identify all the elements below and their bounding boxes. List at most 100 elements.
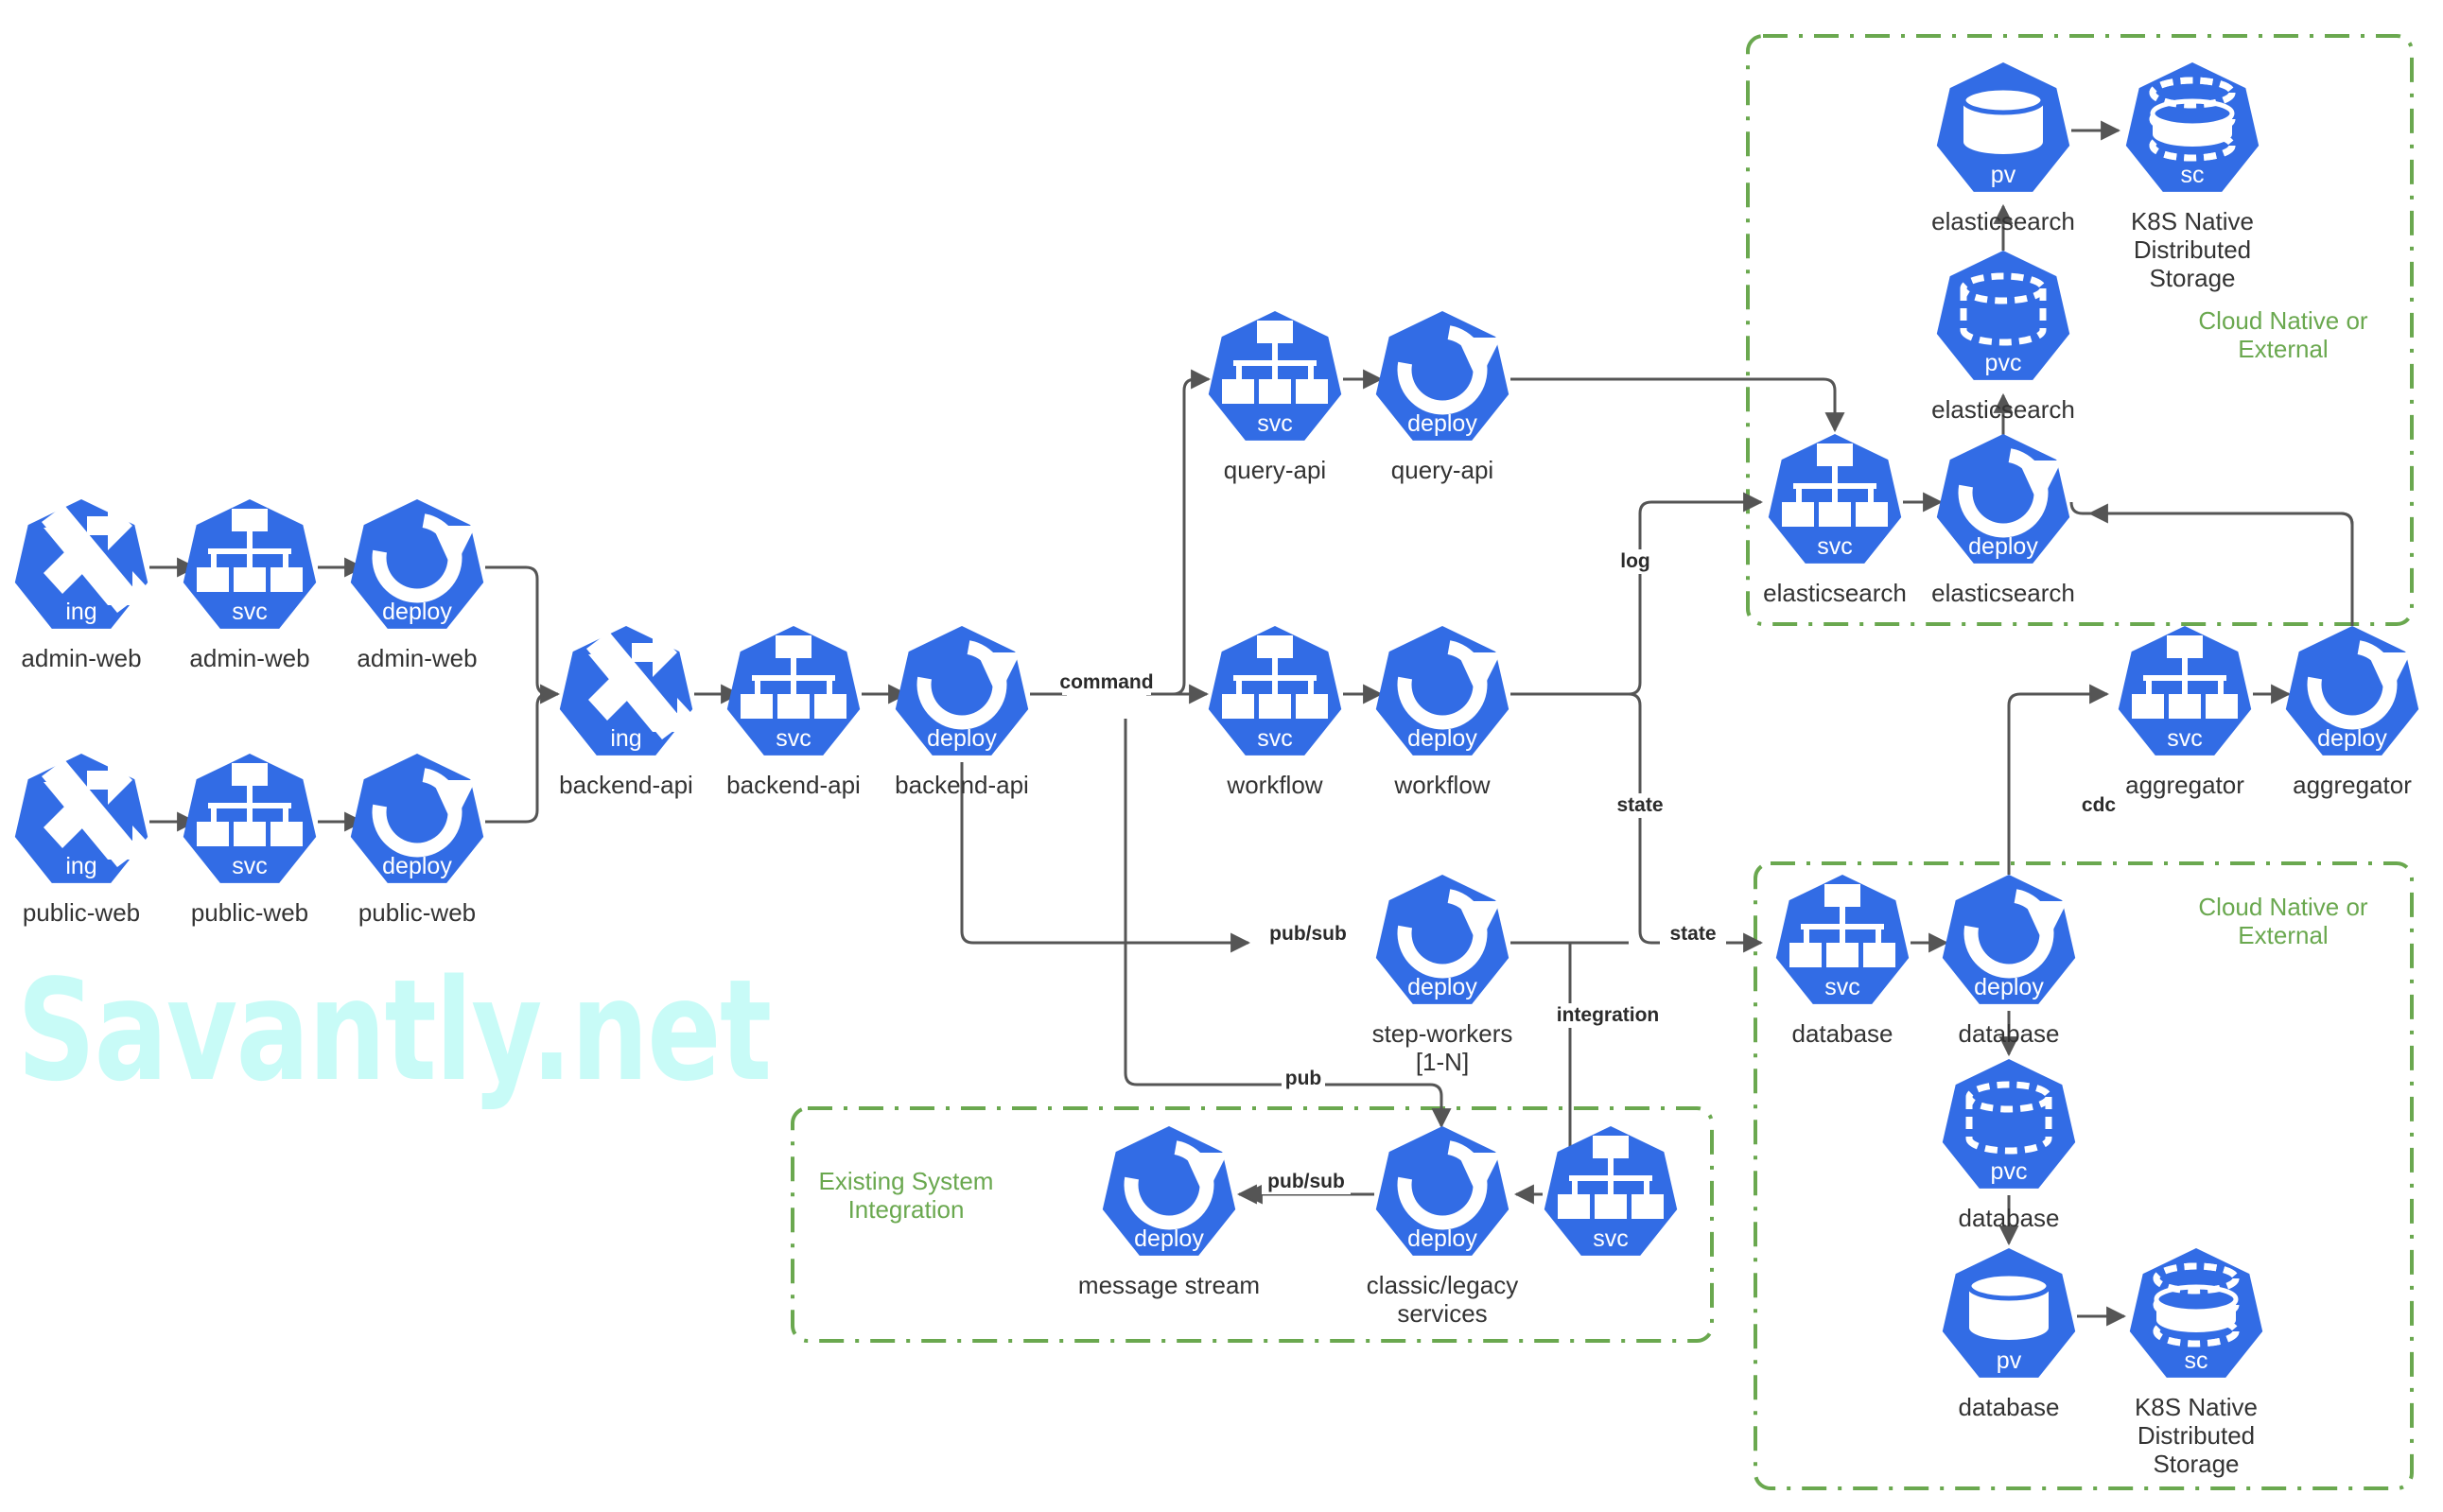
node-name-label: database	[1959, 1019, 2060, 1048]
node-kind-label: sc	[2181, 162, 2205, 188]
group-label: Cloud Native or	[2198, 893, 2368, 921]
node-kind-label: ing	[65, 599, 96, 625]
node-kind-label: deploy	[1968, 533, 2038, 560]
node-name-label: K8S Native	[2135, 1393, 2258, 1421]
node-name-label: admin-web	[357, 644, 477, 672]
node-kind-label: deploy	[1407, 974, 1477, 1000]
node-database-pvc[interactable]: pvc database	[1942, 1059, 2076, 1232]
node-step-workers[interactable]: deploy step-workers[1-N]	[1372, 875, 1513, 1076]
node-admin-web-svc[interactable]: svc admin-web	[183, 499, 317, 672]
node-es-pv[interactable]: pv elasticsearch	[1931, 62, 2075, 235]
node-kind-label: deploy	[382, 599, 452, 625]
node-name-label: backend-api	[895, 771, 1029, 799]
node-workflow-svc[interactable]: svc workflow	[1208, 626, 1342, 799]
group-label: External	[2238, 335, 2328, 363]
node-kind-label: deploy	[382, 853, 452, 879]
node-database-pv[interactable]: pv database	[1942, 1248, 2076, 1421]
node-kind-label: svc	[1257, 410, 1293, 437]
node-name-label: database	[1959, 1204, 2060, 1232]
node-admin-web-ing[interactable]: ing admin-web	[14, 499, 155, 672]
node-name-label: admin-web	[189, 644, 309, 672]
node-name-label: workflow	[1226, 771, 1322, 799]
node-kind-label: sc	[2185, 1347, 2208, 1374]
group-label: Cloud Native or	[2198, 306, 2368, 335]
node-name-label: admin-web	[21, 644, 141, 672]
node-query-api-svc[interactable]: svc query-api	[1208, 311, 1342, 484]
node-name-label: query-api	[1391, 456, 1493, 484]
node-classic-legacy[interactable]: deploy classic/legacyservices	[1367, 1126, 1518, 1328]
group-label: Integration	[848, 1195, 965, 1224]
edge-label-pub: pub	[1282, 1067, 1325, 1091]
node-es-deploy[interactable]: deploy elasticsearch	[1931, 434, 2075, 607]
node-name-label-3: Storage	[2149, 264, 2235, 292]
edge-label-cdc: cdc	[2077, 793, 2120, 818]
node-name-label: aggregator	[2125, 771, 2244, 799]
node-es-svc[interactable]: svc elasticsearch	[1763, 434, 1907, 607]
node-es-pvc[interactable]: pvc elasticsearch	[1931, 251, 2075, 424]
edge-label-text: command	[1059, 671, 1153, 693]
node-name-label-2: Distributed	[2134, 235, 2251, 264]
node-name-label: step-workers	[1372, 1019, 1513, 1048]
node-aggregator-deploy[interactable]: deploy aggregator	[2285, 626, 2419, 799]
edge-label-text: pub/sub	[1269, 923, 1347, 945]
edge-label-text: log	[1620, 550, 1650, 572]
node-database-svc[interactable]: svc database	[1775, 875, 1910, 1048]
node-database-sc[interactable]: sc K8S NativeDistributedStorage	[2129, 1248, 2263, 1478]
edge-label-text: state	[1669, 923, 1716, 945]
node-legacy-svc[interactable]: svc	[1544, 1126, 1678, 1256]
edge-label-command: command	[1059, 670, 1154, 695]
node-name-label-3: Storage	[2153, 1450, 2239, 1478]
node-public-web-svc[interactable]: svc public-web	[183, 754, 317, 927]
node-kind-label: deploy	[1407, 410, 1477, 437]
node-kind-label: svc	[1824, 974, 1860, 1000]
group-label: Existing System	[819, 1167, 994, 1195]
node-query-api-deploy[interactable]: deploy query-api	[1375, 311, 1509, 484]
node-kind-label: deploy	[1134, 1225, 1204, 1252]
node-kind-label: svc	[1593, 1225, 1629, 1252]
node-kind-label: pv	[1991, 162, 2016, 188]
group-label: External	[2238, 921, 2328, 949]
node-kind-label: deploy	[1407, 725, 1477, 752]
node-kind-label: svc	[2167, 725, 2203, 752]
node-kind-label: pvc	[1985, 350, 2022, 376]
edge-label-pubsub-msg: pub/sub	[1262, 1170, 1351, 1194]
node-kind-label: deploy	[927, 725, 997, 752]
node-kind-label: svc	[232, 599, 268, 625]
node-database-deploy[interactable]: deploy database	[1942, 875, 2076, 1048]
node-kind-label: svc	[1257, 725, 1293, 752]
pv-icon	[1966, 1271, 2051, 1340]
node-backend-api-deploy[interactable]: deploy backend-api	[895, 626, 1029, 799]
edge-label-pubsub-step: pub/sub	[1264, 922, 1352, 947]
node-kind-label: pv	[1997, 1347, 2022, 1374]
architecture-diagram: Cloud Native orExternalExisting SystemIn…	[14, 34, 2419, 1490]
node-kind-label: svc	[1817, 533, 1853, 560]
node-name-label: K8S Native	[2131, 207, 2254, 235]
node-backend-api-ing[interactable]: ing backend-api	[559, 626, 700, 799]
node-name-label: public-web	[191, 898, 308, 927]
node-public-web-ing[interactable]: ing public-web	[14, 754, 155, 927]
node-message-stream[interactable]: deploy message stream	[1078, 1126, 1260, 1299]
node-admin-web-deploy[interactable]: deploy admin-web	[350, 499, 484, 672]
node-name-label: elasticsearch	[1931, 207, 2075, 235]
node-name-label: public-web	[358, 898, 476, 927]
node-name-label: backend-api	[726, 771, 861, 799]
node-name-label-2: Distributed	[2138, 1421, 2255, 1450]
node-workflow-deploy[interactable]: deploy workflow	[1375, 626, 1509, 799]
edge-label-text: integration	[1557, 1004, 1660, 1026]
edge-label-integration: integration	[1541, 1003, 1675, 1028]
node-public-web-deploy[interactable]: deploy public-web	[350, 754, 484, 927]
node-aggregator-svc[interactable]: svc aggregator	[2118, 626, 2252, 799]
node-name-label-2: services	[1397, 1299, 1487, 1328]
node-name-label: database	[1959, 1393, 2060, 1421]
nodes: ingadmin-websvcadmin-webdeployadmin-webi…	[14, 62, 2419, 1478]
edge-label-state-vert: state	[1607, 793, 1673, 818]
node-kind-label: svc	[232, 853, 268, 879]
node-name-label: aggregator	[2293, 771, 2412, 799]
edge-label-text: state	[1616, 794, 1663, 816]
node-backend-api-svc[interactable]: svc backend-api	[726, 626, 861, 799]
node-name-label: message stream	[1078, 1271, 1260, 1299]
node-es-sc[interactable]: sc K8S NativeDistributedStorage	[2125, 62, 2260, 292]
node-name-label-2: [1-N]	[1416, 1048, 1469, 1076]
diagram-canvas: Savantly.net Cloud Native or External Exis…	[0, 0, 2443, 1512]
node-kind-label: deploy	[2317, 725, 2387, 752]
